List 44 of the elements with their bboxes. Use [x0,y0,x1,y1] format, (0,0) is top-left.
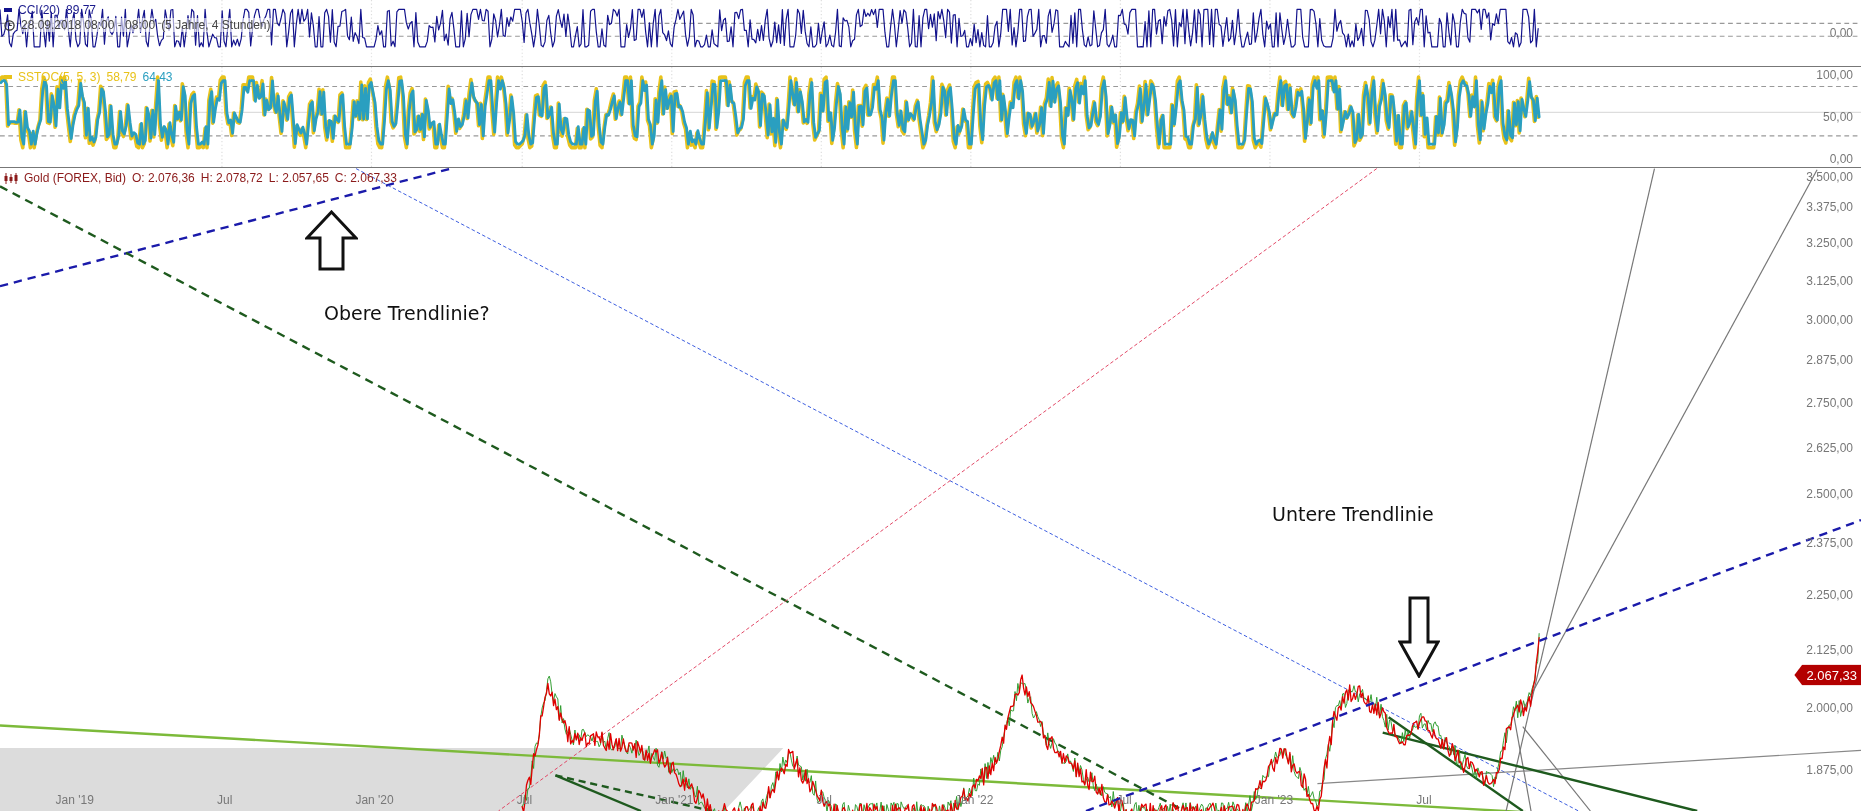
axis-label: 0,00 [1829,152,1853,166]
indicator-value: 64,43 [142,70,173,84]
legend-marker-icon [4,8,12,12]
price-quote: C: 2.067,33 [334,171,397,185]
last-price-tag: 2.067,33 [1794,664,1861,686]
price-quote: L: 2.057,65 [268,171,329,185]
instrument-name: Gold (FOREX, Bid) [24,171,127,185]
legend-marker-icon [4,75,12,79]
clock-icon [4,19,15,31]
axis-label: 2.875,00 [1806,353,1853,368]
date-range: 28.09.2018 08:00 - 08:00 [21,18,156,32]
indicator-value: 58,79 [106,70,137,84]
period-span: (5 Jahre, 4 Stunden) [161,18,271,32]
price-quote: O: 2.076,36 [132,171,195,185]
annotation-text: Untere Trendlinie [1272,503,1434,525]
time-axis-label: Jan '22 [955,793,994,807]
axis-label: 2.250,00 [1806,588,1853,603]
time-axis-label: Jan '20 [355,793,394,807]
annotation-text: Obere Trendlinie? [324,302,490,324]
axis-label: 50,00 [1822,110,1853,124]
time-axis-label: Jul [1416,793,1432,807]
axis-label: 3.375,00 [1806,199,1853,214]
time-axis-label: Jan '21 [655,793,694,807]
axis-label: 2.125,00 [1806,643,1853,658]
axis-label: 3.125,00 [1806,273,1853,288]
down-arrow-icon [1398,596,1440,678]
time-axis-label: Jul [816,793,832,807]
axis-label: 3.000,00 [1806,312,1853,327]
axis-label: 2.750,00 [1806,396,1853,411]
axis-label: 2.375,00 [1806,536,1853,551]
axis-label: 0,00 [1829,26,1853,40]
price-quote: H: 2.078,72 [200,171,263,185]
up-arrow-icon [305,210,358,271]
axis-label: 3.250,00 [1806,236,1853,250]
indicator-name: CCI(20) [18,3,60,17]
time-axis-label: Jul [217,793,233,807]
axis-label: 100,00 [1816,68,1853,82]
candlestick-icon [4,172,18,184]
indicator-value: 89,77 [66,3,97,17]
time-axis-label: Jan '19 [55,793,94,807]
axis-label: 2.500,00 [1806,487,1853,502]
axis-label: 1.875,00 [1806,762,1853,777]
axis-label: 2.625,00 [1806,440,1853,455]
axis-label: 2.000,00 [1806,701,1853,716]
